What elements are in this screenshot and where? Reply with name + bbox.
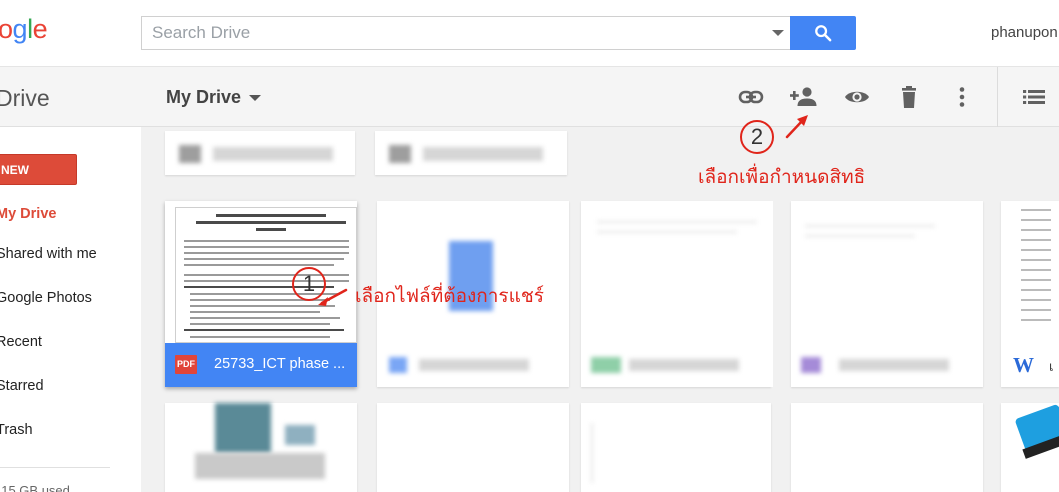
- get-link-button[interactable]: [737, 83, 765, 111]
- file-card[interactable]: [1001, 403, 1059, 492]
- sidebar-item-starred[interactable]: Starred: [0, 378, 44, 394]
- search-box: [141, 16, 791, 50]
- pdf-page-preview: [175, 207, 357, 343]
- file-grid: PDF 25733_ICT phase ... W เ: [141, 127, 1059, 492]
- step-1-caption: เลือกไฟล์ที่ต้องการแชร์: [355, 286, 544, 307]
- drive-window: ogle phanupon Drive My Drive: [0, 0, 1059, 492]
- file-card-footer: PDF 25733_ICT phase ...: [165, 343, 357, 387]
- account-name[interactable]: phanupon: [991, 24, 1058, 41]
- sidebar-item-shared-with-me[interactable]: Shared with me: [0, 246, 97, 262]
- file-name-fragment: เ: [1049, 359, 1054, 374]
- chevron-down-icon: [249, 95, 262, 102]
- more-actions-button[interactable]: [948, 83, 976, 111]
- location-dropdown[interactable]: My Drive: [166, 87, 262, 108]
- folder-tile[interactable]: [165, 131, 355, 175]
- list-view-icon: [1023, 90, 1045, 104]
- step-2-arrow: [785, 115, 808, 139]
- file-card-footer: [377, 343, 569, 387]
- file-thumbnail: [165, 201, 357, 343]
- file-thumbnail: [791, 201, 983, 343]
- share-button[interactable]: [790, 83, 818, 111]
- sidebar-item-google-photos[interactable]: Google Photos: [0, 290, 92, 306]
- more-vert-icon: [959, 87, 965, 107]
- toolbar: Drive My Drive: [0, 66, 1059, 127]
- sidebar-item-my-drive[interactable]: My Drive: [0, 206, 56, 222]
- folder-tile[interactable]: [375, 131, 567, 175]
- list-view-button[interactable]: [1020, 83, 1048, 111]
- pdf-file-icon: PDF: [175, 355, 197, 374]
- google-logo[interactable]: ogle: [0, 14, 48, 45]
- file-card-footer: W เ: [1001, 343, 1059, 387]
- top-bar: ogle phanupon: [0, 0, 1059, 66]
- file-card[interactable]: [581, 403, 771, 492]
- step-2-caption: เลือกเพื่อกำหนดสิทธิ: [698, 167, 866, 188]
- file-card[interactable]: [581, 201, 773, 387]
- sidebar-item-recent[interactable]: Recent: [0, 334, 42, 350]
- search-input[interactable]: [142, 17, 762, 49]
- search-icon: [815, 25, 832, 42]
- file-thumbnail: [581, 201, 773, 343]
- file-card[interactable]: [165, 403, 357, 492]
- step-2-marker: 2: [740, 120, 774, 154]
- logo-letter-o: o: [0, 14, 13, 44]
- logo-letter-e: e: [32, 14, 48, 44]
- file-card[interactable]: [791, 201, 983, 387]
- file-thumbnail: [1001, 201, 1059, 343]
- location-label: My Drive: [166, 87, 242, 107]
- eye-icon: [845, 91, 869, 103]
- app-title: Drive: [0, 85, 50, 111]
- preview-button[interactable]: [843, 83, 871, 111]
- add-person-icon: [790, 87, 817, 106]
- trash-icon: [902, 86, 916, 108]
- storage-usage: f 15 GB used: [0, 483, 70, 492]
- word-file-icon: W: [1013, 353, 1034, 377]
- file-card[interactable]: [377, 403, 569, 492]
- sidebar: NEW My Drive Shared with me Google Photo…: [0, 127, 141, 492]
- file-card-footer: [581, 343, 773, 387]
- link-icon: [738, 90, 764, 104]
- file-card[interactable]: W เ: [1001, 201, 1059, 387]
- search-options-dropdown[interactable]: [772, 30, 784, 36]
- file-card-footer: [791, 343, 983, 387]
- logo-letter-g: g: [12, 14, 28, 44]
- device-image: [1015, 404, 1059, 459]
- file-name: 25733_ICT phase ...: [214, 356, 346, 372]
- new-button[interactable]: NEW: [0, 154, 77, 185]
- file-thumbnail: [377, 201, 569, 343]
- search-button[interactable]: [790, 16, 856, 50]
- delete-button[interactable]: [895, 83, 923, 111]
- step-1-arrow: [318, 288, 348, 306]
- file-card[interactable]: [791, 403, 983, 492]
- sidebar-item-trash[interactable]: Trash: [0, 422, 33, 438]
- toolbar-divider: [997, 67, 998, 127]
- storage-divider: [0, 467, 110, 468]
